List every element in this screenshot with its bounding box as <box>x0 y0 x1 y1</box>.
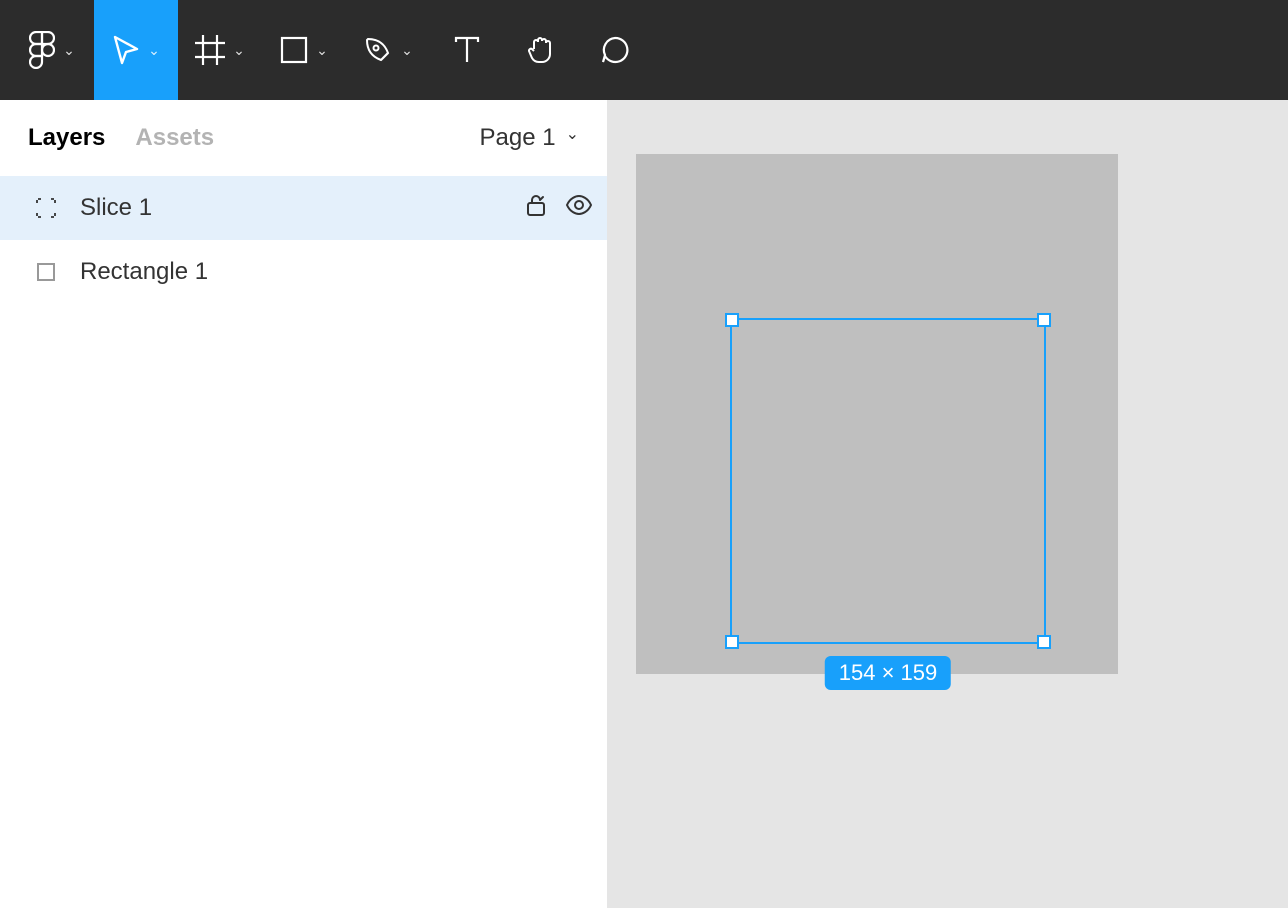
layer-name: Slice 1 <box>80 194 152 222</box>
chevron-down-icon: ⌄ <box>566 124 579 144</box>
layer-name: Rectangle 1 <box>80 258 208 286</box>
chevron-down-icon: ⌄ <box>401 42 413 59</box>
main-menu-button[interactable]: ⌄ <box>10 0 94 100</box>
text-icon <box>453 35 481 65</box>
slice-icon <box>34 197 58 219</box>
layers-panel: Layers Assets Page 1 ⌄ Slice 1 <box>0 100 608 908</box>
tab-assets[interactable]: Assets <box>135 124 214 152</box>
chevron-down-icon: ⌄ <box>316 42 328 59</box>
comment-tool-button[interactable] <box>578 0 652 100</box>
layer-row-slice[interactable]: Slice 1 <box>0 176 607 240</box>
figma-logo-icon <box>29 31 55 69</box>
layer-list: Slice 1 <box>0 176 607 908</box>
unlock-icon[interactable] <box>525 193 547 224</box>
page-selector[interactable]: Page 1 ⌄ <box>480 124 579 152</box>
chevron-down-icon: ⌄ <box>63 42 75 59</box>
rectangle-layer-icon <box>34 262 58 282</box>
text-tool-button[interactable] <box>430 0 504 100</box>
hand-icon <box>525 34 557 66</box>
canvas[interactable]: 154 × 159 <box>608 100 1288 908</box>
visibility-icon[interactable] <box>565 194 593 222</box>
page-label: Page 1 <box>480 124 556 152</box>
rectangle-icon <box>280 36 308 64</box>
dimensions-badge: 154 × 159 <box>825 656 951 690</box>
shape-tool-button[interactable]: ⌄ <box>262 0 346 100</box>
frame-tool-button[interactable]: ⌄ <box>178 0 262 100</box>
layer-row-rectangle[interactable]: Rectangle 1 <box>0 240 607 304</box>
tab-layers[interactable]: Layers <box>28 124 105 152</box>
move-tool-button[interactable]: ⌄ <box>94 0 178 100</box>
pen-icon <box>363 35 393 65</box>
hand-tool-button[interactable] <box>504 0 578 100</box>
chevron-down-icon: ⌄ <box>233 42 245 59</box>
chevron-down-icon: ⌄ <box>148 42 160 59</box>
toolbar: ⌄ ⌄ ⌄ ⌄ ⌄ <box>0 0 1288 100</box>
main-area: Layers Assets Page 1 ⌄ Slice 1 <box>0 100 1288 908</box>
panel-header: Layers Assets Page 1 ⌄ <box>0 100 607 176</box>
pen-tool-button[interactable]: ⌄ <box>346 0 430 100</box>
frame-icon <box>195 35 225 65</box>
canvas-rectangle[interactable] <box>636 154 1118 674</box>
comment-icon <box>600 35 630 65</box>
move-cursor-icon <box>112 35 140 65</box>
